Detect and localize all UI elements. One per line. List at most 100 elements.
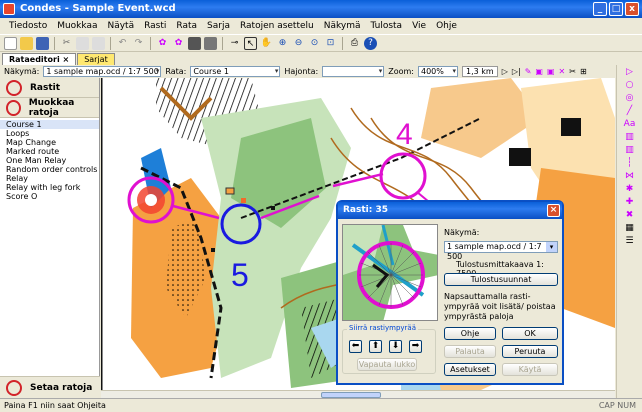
key-icon[interactable]: ⊸ bbox=[228, 37, 241, 50]
course-icon bbox=[6, 99, 21, 116]
scissors-icon[interactable]: ✂ bbox=[569, 67, 576, 76]
copy-icon[interactable] bbox=[76, 36, 89, 50]
horizontal-scrollbar[interactable] bbox=[101, 390, 615, 398]
menu-item-export[interactable]: Vie bbox=[407, 21, 431, 31]
dialog-close-button[interactable]: × bbox=[547, 204, 560, 217]
zoom-in-icon[interactable]: ⊕ bbox=[276, 37, 289, 50]
menu-item-layout[interactable]: Ratojen asettelu bbox=[235, 21, 319, 31]
bar-tool-icon[interactable]: ▥ bbox=[625, 132, 634, 142]
help-button[interactable]: Ohje bbox=[444, 327, 496, 340]
list-item[interactable]: Score O bbox=[0, 192, 99, 201]
print-icon[interactable]: ⎙ bbox=[348, 37, 361, 50]
cut-icon[interactable]: ✂ bbox=[60, 37, 73, 50]
play-icon[interactable]: ▷ bbox=[502, 67, 508, 76]
view-toolbar: Näkymä: 1 sample map.ocd / 1:7 500 Rata:… bbox=[0, 65, 642, 78]
title-bar: Condes - Sample Event.wcd _ □ x bbox=[0, 0, 642, 18]
tab-course-editor[interactable]: Rataeditori × bbox=[2, 53, 77, 65]
ruler-icon[interactable]: ⊞ bbox=[580, 67, 587, 76]
pan-icon[interactable]: ✋ bbox=[260, 37, 273, 50]
dashed-line-icon[interactable]: ┆ bbox=[627, 158, 632, 168]
menu-item-view2[interactable]: Näkymä bbox=[319, 21, 366, 31]
box-tool-2-icon[interactable]: ▣ bbox=[547, 67, 555, 76]
bar-tool-2-icon[interactable]: ▥ bbox=[625, 145, 634, 155]
app-icon bbox=[3, 3, 15, 15]
move-up-button[interactable]: ⬆ bbox=[369, 340, 382, 353]
list-item[interactable]: Marked route bbox=[0, 147, 99, 156]
zoom-window-icon[interactable]: ⊡ bbox=[324, 37, 337, 50]
unlock-button[interactable]: Vapauta lukko bbox=[357, 358, 417, 371]
menu-item-course[interactable]: Rata bbox=[171, 21, 202, 31]
menu-item-class[interactable]: Sarja bbox=[202, 21, 235, 31]
control-number-4: 4 bbox=[396, 118, 413, 151]
draw-tool-icon[interactable]: ✎ bbox=[525, 67, 532, 76]
layers-icon[interactable]: ▦ bbox=[625, 223, 634, 233]
table-icon[interactable] bbox=[204, 36, 217, 50]
edit-courses-button[interactable]: Muokkaa ratoja bbox=[0, 98, 99, 118]
zoom-out-icon[interactable]: ⊖ bbox=[292, 37, 305, 50]
cancel-button[interactable]: Peruuta bbox=[502, 345, 558, 358]
menu-item-control[interactable]: Rasti bbox=[139, 21, 171, 31]
right-toolbar: ▷ ○ ◎ ╱ Aa ▥ ▥ ┆ ⋈ ✱ ✚ ✖ ▦ ☰ bbox=[616, 65, 642, 398]
select-icon[interactable]: ↖ bbox=[244, 36, 257, 50]
course-select[interactable]: Course 1 bbox=[190, 66, 281, 77]
menu-item-file[interactable]: Tiedosto bbox=[4, 21, 52, 31]
save-icon[interactable] bbox=[36, 36, 49, 50]
list-item[interactable]: Relay with leg fork bbox=[0, 183, 99, 192]
restore-button[interactable]: Palauta bbox=[444, 345, 496, 358]
ok-button[interactable]: OK bbox=[502, 327, 558, 340]
controls-button[interactable]: Rastit bbox=[0, 78, 99, 98]
move-right-button[interactable]: ➡ bbox=[409, 340, 422, 353]
star-icon[interactable]: ✱ bbox=[626, 184, 634, 194]
list-item[interactable]: Loops bbox=[0, 129, 99, 138]
menu-item-edit[interactable]: Muokkaa bbox=[52, 21, 102, 31]
triangle-start-icon[interactable]: ▷ bbox=[626, 67, 633, 77]
course-tool-icon[interactable]: ✿ bbox=[172, 37, 185, 50]
play-next-icon[interactable]: ▷| bbox=[512, 67, 521, 76]
control-circle-tool-icon[interactable]: ○ bbox=[626, 80, 634, 90]
layout-icon bbox=[6, 379, 22, 396]
list-item[interactable]: Map Change bbox=[0, 138, 99, 147]
control-number-5: 5 bbox=[231, 257, 249, 293]
move-down-button[interactable]: ⬇ bbox=[389, 340, 402, 353]
apply-button[interactable]: Käytä bbox=[502, 363, 558, 376]
list-item[interactable]: Random order controls bbox=[0, 165, 99, 174]
grid-icon[interactable] bbox=[188, 36, 201, 50]
redo-icon[interactable]: ↷ bbox=[132, 37, 145, 50]
new-icon[interactable] bbox=[4, 36, 17, 50]
forbidden-icon[interactable]: ✖ bbox=[626, 210, 634, 220]
cross-tool-icon[interactable]: ✕ bbox=[559, 67, 566, 76]
control-preview[interactable] bbox=[342, 224, 438, 321]
menu-item-view[interactable]: Näytä bbox=[102, 21, 139, 31]
view-select[interactable]: 1 sample map.ocd / 1:7 500 bbox=[43, 66, 162, 77]
undo-icon[interactable]: ↶ bbox=[116, 37, 129, 50]
settings-button[interactable]: Asetukset bbox=[444, 363, 496, 376]
open-icon[interactable] bbox=[20, 36, 33, 50]
menu-item-print[interactable]: Tulosta bbox=[365, 21, 407, 31]
zoom-select[interactable]: 400% bbox=[418, 66, 458, 77]
text-tool-icon[interactable]: Aa bbox=[624, 119, 636, 129]
paste-icon[interactable] bbox=[92, 36, 105, 50]
list-item[interactable]: Relay bbox=[0, 174, 99, 183]
line-tool-icon[interactable]: ╱ bbox=[627, 106, 632, 116]
plus-icon[interactable]: ✚ bbox=[626, 197, 634, 207]
list-item[interactable]: One Man Relay bbox=[0, 156, 99, 165]
zoom-fit-icon[interactable]: ⊙ bbox=[308, 37, 321, 50]
box-tool-icon[interactable]: ▣ bbox=[535, 67, 543, 76]
minimize-button[interactable]: _ bbox=[593, 2, 607, 16]
double-circle-icon[interactable]: ◎ bbox=[626, 93, 634, 103]
spread-select[interactable] bbox=[322, 66, 385, 77]
crossing-icon[interactable]: ⋈ bbox=[625, 171, 634, 181]
control-tool-icon[interactable]: ✿ bbox=[156, 37, 169, 50]
layout-button[interactable]: Setaa ratoja bbox=[0, 376, 100, 398]
print-settings-button[interactable]: Tulostusuunnat bbox=[444, 273, 558, 286]
list-item[interactable]: Course 1 bbox=[0, 120, 99, 129]
dialog-view-select[interactable]: 1 sample map.ocd / 1:7 500 ▾ bbox=[444, 241, 558, 261]
help-icon[interactable]: ? bbox=[364, 36, 377, 50]
menu-item-help[interactable]: Ohje bbox=[431, 21, 462, 31]
tab-classes[interactable]: Sarjat bbox=[77, 53, 115, 65]
settings-icon[interactable]: ☰ bbox=[625, 236, 633, 246]
dialog-view-label: Näkymä: bbox=[444, 228, 480, 237]
close-button[interactable]: x bbox=[625, 2, 639, 16]
maximize-button[interactable]: □ bbox=[609, 2, 623, 16]
move-left-button[interactable]: ⬅ bbox=[349, 340, 362, 353]
